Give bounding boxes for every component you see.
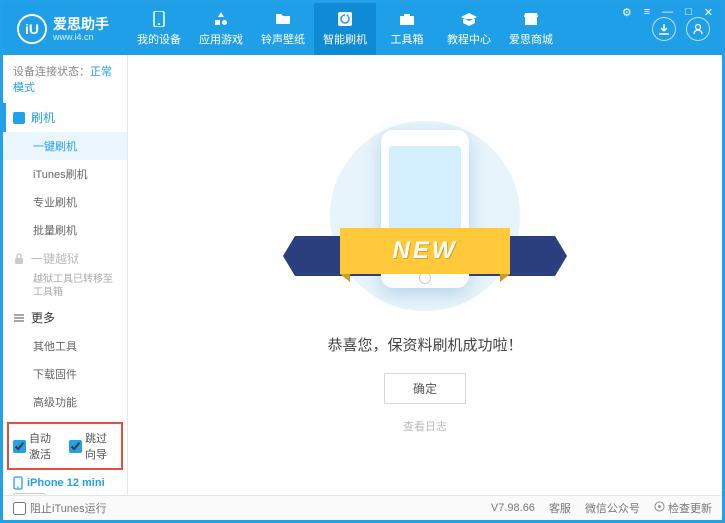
minimize-icon[interactable]: — — [659, 6, 676, 19]
checkbox-auto-activate[interactable]: 自动激活 — [13, 430, 61, 462]
sidebar: 设备连接状态：正常模式 刷机 一键刷机 iTunes刷机 专业刷机 批量刷机 一… — [3, 55, 128, 495]
check-update-link[interactable]: 检查更新 — [654, 500, 712, 516]
connection-status: 设备连接状态：正常模式 — [3, 55, 127, 103]
flash-icon — [13, 112, 25, 124]
success-illustration: NEW — [295, 116, 555, 316]
view-log-link[interactable]: 查看日志 — [403, 418, 447, 434]
main-content: NEW 恭喜您，保资料刷机成功啦！ 确定 查看日志 — [128, 55, 722, 495]
sidebar-section-more[interactable]: 更多 — [3, 303, 127, 332]
more-icon — [13, 312, 25, 324]
folder-icon — [274, 11, 292, 27]
sidebar-item-other-tools[interactable]: 其他工具 — [3, 332, 127, 360]
menu-icon[interactable]: ≡ — [641, 6, 653, 19]
checkbox-skip-setup[interactable]: 跳过向导 — [69, 430, 117, 462]
options-box: 自动激活 跳过向导 — [7, 422, 123, 470]
nav-apps[interactable]: 应用游戏 — [190, 3, 252, 55]
jailbreak-note: 越狱工具已转移至工具箱 — [3, 273, 127, 303]
nav-toolbox[interactable]: 工具箱 — [376, 3, 438, 55]
confirm-button[interactable]: 确定 — [384, 373, 466, 404]
close-icon[interactable]: ✕ — [701, 6, 716, 19]
store-icon — [522, 11, 540, 27]
lock-icon — [13, 253, 25, 265]
nav-store[interactable]: 爱思商城 — [500, 3, 562, 55]
apps-icon — [212, 11, 230, 27]
nav-ringtones[interactable]: 铃声壁纸 — [252, 3, 314, 55]
checkbox-block-itunes[interactable]: 阻止iTunes运行 — [13, 500, 107, 516]
main-nav: 我的设备 应用游戏 铃声壁纸 智能刷机 工具箱 教程中心 爱思商城 — [128, 3, 652, 55]
download-icon[interactable] — [652, 17, 676, 41]
nav-tutorials[interactable]: 教程中心 — [438, 3, 500, 55]
user-icon[interactable] — [686, 17, 710, 41]
version-label: V7.98.66 — [491, 502, 535, 514]
sidebar-section-flash[interactable]: 刷机 — [3, 103, 127, 132]
sidebar-item-download-fw[interactable]: 下载固件 — [3, 360, 127, 388]
logo-icon: iU — [17, 14, 47, 44]
success-message: 恭喜您，保资料刷机成功啦！ — [327, 334, 522, 355]
app-name: 爱思助手 — [53, 17, 109, 31]
phone-icon — [150, 11, 168, 27]
sidebar-item-advanced[interactable]: 高级功能 — [3, 388, 127, 416]
maximize-icon[interactable]: □ — [682, 6, 695, 19]
gear-icon — [654, 501, 665, 512]
nav-my-device[interactable]: 我的设备 — [128, 3, 190, 55]
graduation-icon — [460, 11, 478, 27]
settings-icon[interactable]: ⚙ — [619, 6, 635, 19]
sidebar-item-batch-flash[interactable]: 批量刷机 — [3, 216, 127, 244]
header: iU 爱思助手 www.i4.cn 我的设备 应用游戏 铃声壁纸 智能刷机 工具… — [3, 3, 722, 55]
wechat-link[interactable]: 微信公众号 — [585, 500, 640, 516]
sidebar-section-jailbreak: 一键越狱 — [3, 244, 127, 273]
refresh-icon — [336, 11, 354, 27]
sidebar-item-itunes-flash[interactable]: iTunes刷机 — [3, 160, 127, 188]
window-controls: ⚙ ≡ — □ ✕ — [619, 6, 716, 19]
sidebar-item-oneclick-flash[interactable]: 一键刷机 — [3, 132, 127, 160]
app-url: www.i4.cn — [53, 33, 109, 42]
footer: 阻止iTunes运行 V7.98.66 客服 微信公众号 检查更新 — [3, 495, 722, 520]
support-link[interactable]: 客服 — [549, 500, 571, 516]
device-icon — [13, 476, 23, 490]
sidebar-item-pro-flash[interactable]: 专业刷机 — [3, 188, 127, 216]
toolbox-icon — [398, 11, 416, 27]
logo: iU 爱思助手 www.i4.cn — [3, 14, 128, 44]
nav-flash[interactable]: 智能刷机 — [314, 3, 376, 55]
